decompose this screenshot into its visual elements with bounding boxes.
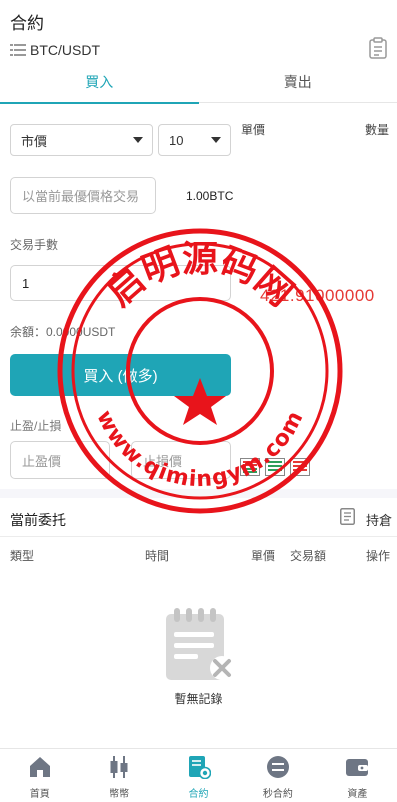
balance-label: 余額：0.0000USDT [10,325,116,339]
column-time: 時間 [145,549,170,563]
current-orders-title: 當前委托 [10,512,66,528]
bottom-nav: 首頁 幣幣 合約 秒合約 資產 [0,748,397,802]
list-menu-icon [10,44,26,56]
tp-sl-label: 止盈/止損 [10,419,62,433]
orderbook-sell-icon[interactable] [290,458,310,476]
market-price-input[interactable]: 以當前最優價格交易 [10,177,156,214]
nav-contract-label: 合約 [188,789,209,800]
page-title: 合約 [10,14,44,33]
nav-spot-label: 幣幣 [109,789,130,800]
home-icon [29,757,50,777]
orders-divider [0,536,397,537]
candlestick-icon [110,756,128,778]
nav-assets-label: 資產 [347,789,368,800]
current-price: 421.91000000 [260,286,375,305]
swap-coin-icon [266,756,289,778]
nav-second-contract[interactable]: 秒合約 [238,749,317,802]
nav-spot[interactable]: 幣幣 [79,749,158,802]
column-action: 操作 [366,549,391,563]
buy-long-button[interactable]: 買入 (做多) [10,354,231,396]
chevron-down-icon [211,137,221,143]
clipboard-icon[interactable] [369,37,387,59]
leverage-select[interactable]: 10 [158,124,231,156]
lots-input[interactable]: 1 [10,265,231,301]
empty-records-icon [166,608,234,680]
pair-selector[interactable]: BTC/USDT [10,40,100,60]
chevron-down-icon [133,137,143,143]
nav-home[interactable]: 首頁 [0,749,79,802]
pair-label: BTC/USDT [30,42,100,58]
nav-home-label: 首頁 [29,789,50,800]
nav-assets[interactable]: 資產 [318,749,397,802]
stop-loss-input[interactable]: 止損價 [131,441,231,479]
trade-tabs: 買入 賣出 [0,65,397,104]
orderbook-view-toggle [240,458,310,476]
wallet-icon [346,759,369,776]
unit-price-label: 單價 [241,123,266,137]
tab-sell[interactable]: 賣出 [199,65,397,102]
contract-icon [188,756,211,779]
empty-records-text: 暫無記錄 [174,692,223,706]
document-icon[interactable] [340,508,355,525]
column-amount: 交易額 [290,549,327,563]
column-type: 類型 [10,549,35,563]
take-profit-input[interactable]: 止盈價 [10,441,110,479]
order-type-value: 市價 [21,133,48,149]
tab-buy[interactable]: 買入 [0,65,199,104]
leverage-value: 10 [169,132,184,148]
quantity-label: 數量 [365,123,390,137]
positions-link[interactable]: 持倉 [366,510,392,529]
orderbook-both-icon[interactable] [240,458,260,476]
section-divider [0,489,397,498]
trade-lots-label: 交易手數 [10,238,59,252]
btc-amount: 1.00BTC [186,189,234,203]
orderbook-buy-icon[interactable] [265,458,285,476]
nav-second-contract-label: 秒合約 [262,789,293,800]
order-type-select[interactable]: 市價 [10,124,153,156]
column-price: 單價 [251,549,276,563]
nav-contract[interactable]: 合約 [159,749,238,802]
